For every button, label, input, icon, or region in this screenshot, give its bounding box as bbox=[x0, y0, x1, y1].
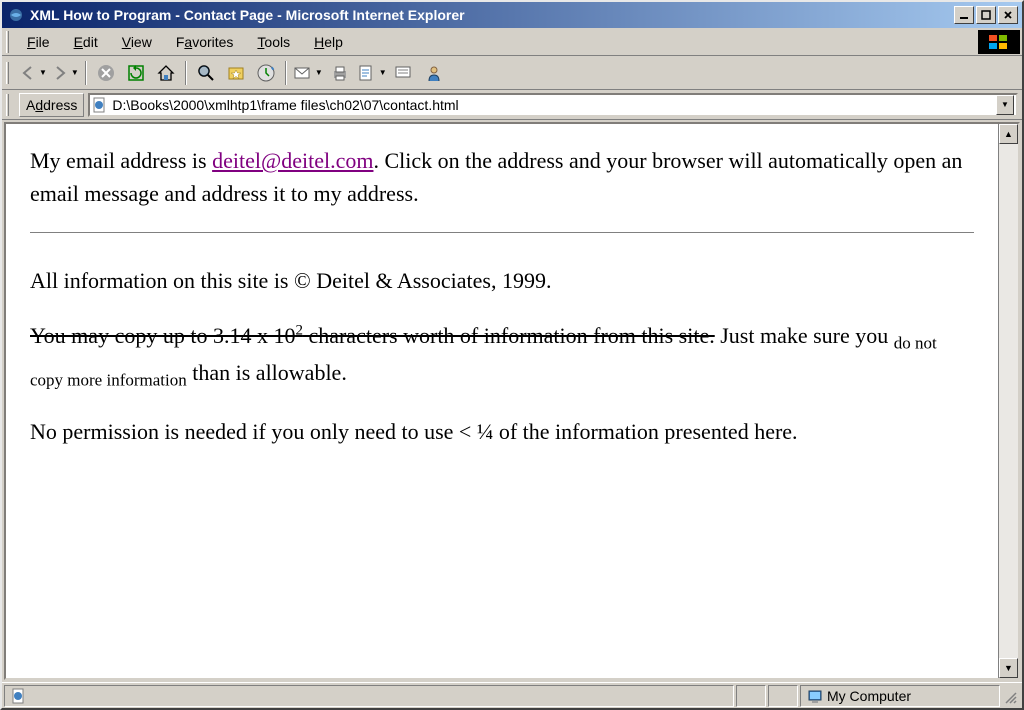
page-icon bbox=[11, 688, 27, 704]
address-value: D:\Books\2000\xmlhtp1\frame files\ch02\0… bbox=[112, 97, 996, 113]
toolbar-separator bbox=[85, 61, 87, 85]
browser-window: XML How to Program - Contact Page - Micr… bbox=[0, 0, 1024, 710]
window-title: XML How to Program - Contact Page - Micr… bbox=[28, 7, 954, 23]
menu-edit[interactable]: Edit bbox=[62, 30, 110, 54]
search-button[interactable] bbox=[193, 60, 219, 86]
titlebar: XML How to Program - Contact Page - Micr… bbox=[2, 2, 1022, 28]
address-label: Address bbox=[19, 93, 84, 117]
security-zone: My Computer bbox=[800, 685, 1000, 707]
discuss-button[interactable] bbox=[391, 60, 417, 86]
intro-paragraph: My email address is deitel@deitel.com. C… bbox=[30, 144, 974, 210]
back-button[interactable]: ▼ bbox=[19, 60, 47, 86]
print-button[interactable] bbox=[327, 60, 353, 86]
statusbar: My Computer bbox=[2, 682, 1022, 708]
address-dropdown-button[interactable]: ▼ bbox=[996, 95, 1014, 115]
minimize-button[interactable] bbox=[954, 6, 974, 24]
scroll-down-button[interactable]: ▼ bbox=[999, 658, 1018, 678]
rebar-handle-3[interactable] bbox=[6, 94, 9, 116]
messenger-button[interactable] bbox=[421, 60, 447, 86]
toolbar: ▼ ▼ ▼ ▼ bbox=[2, 56, 1022, 90]
refresh-button[interactable] bbox=[123, 60, 149, 86]
page-content: My email address is deitel@deitel.com. C… bbox=[6, 124, 998, 678]
permission-text: No permission is needed if you only need… bbox=[30, 415, 974, 448]
copy-policy-paragraph: You may copy up to 3.14 x 102 characters… bbox=[30, 319, 974, 393]
vertical-scrollbar[interactable]: ▲ ▼ bbox=[998, 124, 1018, 678]
menu-tools[interactable]: Tools bbox=[245, 30, 302, 54]
menu-favorites[interactable]: Favorites bbox=[164, 30, 246, 54]
toolbar-separator bbox=[185, 61, 187, 85]
rebar-handle[interactable] bbox=[6, 31, 9, 53]
menu-file[interactable]: File bbox=[15, 30, 62, 54]
close-button[interactable] bbox=[998, 6, 1018, 24]
computer-icon bbox=[807, 688, 823, 704]
strikethrough-text: You may copy up to 3.14 x 102 characters… bbox=[30, 323, 715, 348]
horizontal-rule bbox=[30, 232, 974, 234]
status-message bbox=[4, 685, 734, 707]
window-controls bbox=[954, 6, 1018, 24]
ie-icon bbox=[8, 7, 24, 23]
edit-button[interactable]: ▼ bbox=[357, 60, 387, 86]
stop-button[interactable] bbox=[93, 60, 119, 86]
home-button[interactable] bbox=[153, 60, 179, 86]
copyright-text: All information on this site is © Deitel… bbox=[30, 264, 974, 297]
address-input[interactable]: D:\Books\2000\xmlhtp1\frame files\ch02\0… bbox=[88, 93, 1018, 117]
toolbar-separator bbox=[285, 61, 287, 85]
menubar: File Edit View Favorites Tools Help bbox=[2, 28, 1022, 56]
maximize-button[interactable] bbox=[976, 6, 996, 24]
page-icon bbox=[92, 97, 108, 113]
chevron-down-icon: ▼ bbox=[379, 68, 387, 77]
chevron-down-icon: ▼ bbox=[39, 68, 47, 77]
scroll-track[interactable] bbox=[999, 144, 1018, 658]
favorites-button[interactable] bbox=[223, 60, 249, 86]
resize-grip[interactable] bbox=[1002, 685, 1020, 707]
windows-logo bbox=[978, 30, 1020, 54]
addressbar: Address D:\Books\2000\xmlhtp1\frame file… bbox=[2, 90, 1022, 120]
status-pane-1 bbox=[736, 685, 766, 707]
menu-view[interactable]: View bbox=[110, 30, 164, 54]
scroll-up-button[interactable]: ▲ bbox=[999, 124, 1018, 144]
mail-button[interactable]: ▼ bbox=[293, 60, 323, 86]
menu-help[interactable]: Help bbox=[302, 30, 355, 54]
history-button[interactable] bbox=[253, 60, 279, 86]
rebar-handle-2[interactable] bbox=[6, 62, 9, 84]
status-pane-2 bbox=[768, 685, 798, 707]
content-area: My email address is deitel@deitel.com. C… bbox=[4, 122, 1020, 680]
forward-button[interactable]: ▼ bbox=[51, 60, 79, 86]
email-link[interactable]: deitel@deitel.com bbox=[212, 148, 373, 173]
chevron-down-icon: ▼ bbox=[315, 68, 323, 77]
chevron-down-icon: ▼ bbox=[71, 68, 79, 77]
